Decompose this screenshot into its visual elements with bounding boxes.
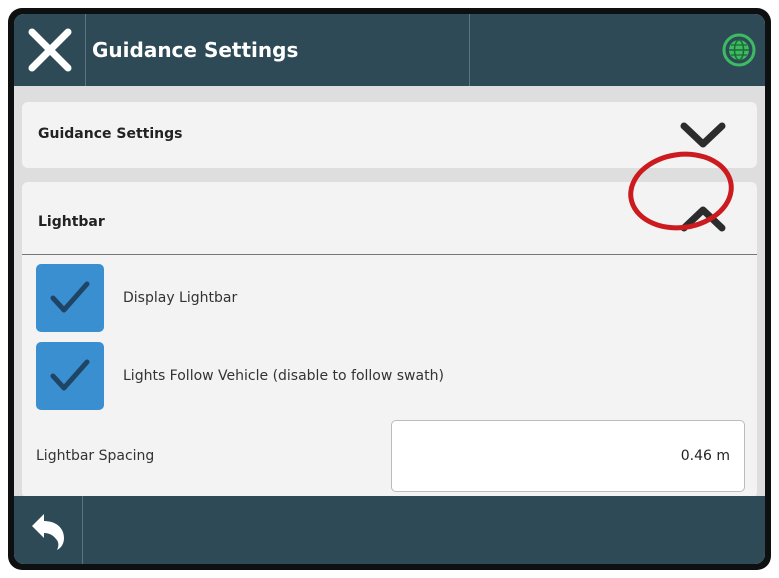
page-title: Guidance Settings	[92, 38, 299, 62]
lightbar-spacing-field[interactable]: 0.46 m	[391, 420, 745, 492]
settings-content: Guidance Settings Lightbar Display Light…	[14, 86, 765, 498]
close-button[interactable]	[14, 14, 85, 86]
header-divider	[85, 14, 86, 86]
lightbar-spacing-value: 0.46 m	[680, 448, 730, 464]
section-guidance-settings[interactable]: Guidance Settings	[22, 102, 757, 168]
expand-section-button[interactable]	[679, 120, 727, 154]
screen: Guidance Settings Guidance Settings Ligh…	[14, 14, 765, 564]
device-frame: Guidance Settings Guidance Settings Ligh…	[8, 8, 771, 570]
lights-follow-vehicle-checkbox[interactable]	[36, 342, 104, 410]
chevron-down-icon	[680, 122, 726, 148]
footer-divider	[82, 496, 83, 564]
section-lightbar: Lightbar Display Lightbar Lights Follow …	[22, 182, 757, 498]
lights-follow-vehicle-label: Lights Follow Vehicle (disable to follow…	[123, 368, 444, 384]
close-icon	[28, 28, 71, 72]
back-arrow-icon	[32, 514, 64, 550]
checkmark-icon	[50, 359, 90, 391]
section-label: Guidance Settings	[38, 126, 183, 142]
display-lightbar-checkbox[interactable]	[36, 264, 104, 332]
globe-button[interactable]	[721, 32, 757, 68]
section-divider	[22, 254, 757, 255]
globe-icon	[722, 33, 756, 67]
footer-bar	[14, 496, 765, 564]
header-bar: Guidance Settings	[14, 14, 765, 86]
lightbar-spacing-label: Lightbar Spacing	[36, 448, 155, 464]
section-label: Lightbar	[38, 214, 105, 230]
back-button[interactable]	[14, 496, 82, 564]
checkmark-icon	[50, 281, 90, 313]
display-lightbar-label: Display Lightbar	[123, 290, 238, 306]
header-divider	[469, 14, 470, 86]
